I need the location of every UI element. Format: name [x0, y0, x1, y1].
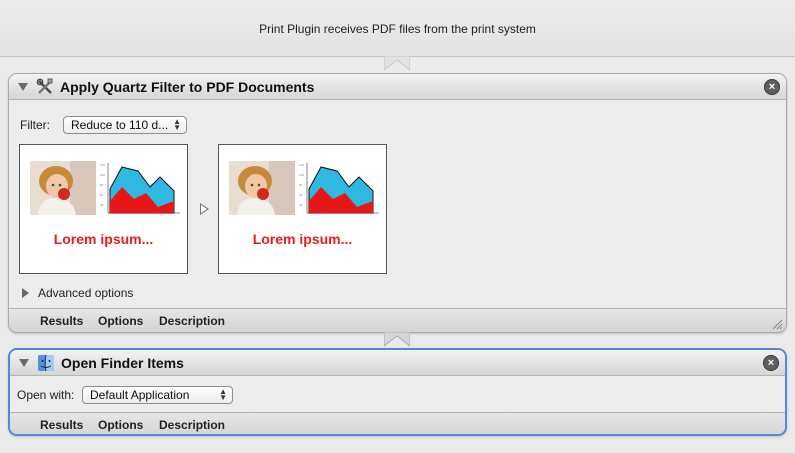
- svg-text:40: 40: [299, 203, 303, 207]
- disclosure-triangle-icon[interactable]: [22, 288, 29, 298]
- preview-original: 120 100 80 60 40 Lorem ipsum...: [19, 144, 188, 274]
- popup-arrows-icon: ▲ ▼: [173, 117, 181, 132]
- tab-description[interactable]: Description: [159, 418, 225, 432]
- close-icon[interactable]: ×: [763, 355, 779, 371]
- tab-options[interactable]: Options: [98, 418, 143, 432]
- tab-results[interactable]: Results: [40, 314, 83, 328]
- connector-notch: [384, 332, 410, 347]
- svg-text:40: 40: [100, 203, 104, 207]
- tab-options[interactable]: Options: [98, 314, 143, 328]
- action-footer: Results Options Description: [10, 412, 785, 434]
- action-open-finder-items[interactable]: Open Finder Items × Open with: Default A…: [8, 348, 787, 436]
- filter-label: Filter:: [20, 118, 50, 132]
- collapse-triangle-icon[interactable]: [19, 359, 29, 367]
- svg-text:100: 100: [299, 173, 304, 177]
- chart-thumbnail: 120 100 80 60 40: [299, 163, 379, 214]
- action-header[interactable]: Apply Quartz Filter to PDF Documents ×: [9, 74, 786, 100]
- action-footer: Results Options Description: [9, 308, 786, 332]
- workflow-input-bar: Print Plugin receives PDF files from the…: [0, 0, 795, 57]
- action-title: Apply Quartz Filter to PDF Documents: [60, 79, 315, 95]
- svg-text:100: 100: [100, 173, 105, 177]
- popup-arrows-icon: ▲ ▼: [219, 387, 227, 402]
- open-with-popup-value: Default Application: [90, 388, 190, 402]
- finder-icon: [37, 354, 55, 372]
- svg-text:80: 80: [100, 183, 104, 187]
- open-with-label: Open with:: [17, 388, 75, 402]
- svg-text:60: 60: [299, 193, 303, 197]
- photo-thumbnail: [30, 161, 96, 215]
- action-body: Open with: Default Application ▲ ▼: [10, 376, 785, 412]
- arrow-right-icon: [200, 203, 209, 215]
- svg-text:120: 120: [299, 163, 304, 167]
- filter-popup-value: Reduce to 110 d...: [71, 118, 169, 132]
- tab-description[interactable]: Description: [159, 314, 225, 328]
- workflow-input-text: Print Plugin receives PDF files from the…: [259, 22, 536, 36]
- action-apply-quartz-filter[interactable]: Apply Quartz Filter to PDF Documents × F…: [8, 73, 787, 333]
- photo-thumbnail: [229, 161, 295, 215]
- tab-results[interactable]: Results: [40, 418, 83, 432]
- svg-text:120: 120: [100, 163, 105, 167]
- action-body: Filter: Reduce to 110 d... ▲ ▼ 120 100 8…: [9, 100, 786, 308]
- preview-filtered: 120 100 80 60 40 Lorem ipsum...: [218, 144, 387, 274]
- open-with-popup[interactable]: Default Application ▲ ▼: [82, 386, 233, 404]
- filter-popup[interactable]: Reduce to 110 d... ▲ ▼: [63, 116, 187, 134]
- resize-grip-icon[interactable]: [771, 318, 783, 330]
- collapse-triangle-icon[interactable]: [18, 83, 28, 91]
- chart-thumbnail: 120 100 80 60 40: [100, 163, 180, 214]
- action-header[interactable]: Open Finder Items ×: [10, 350, 785, 376]
- connector-notch: [384, 56, 410, 71]
- action-title: Open Finder Items: [61, 355, 184, 371]
- preview-text: Lorem ipsum...: [252, 231, 353, 247]
- close-icon[interactable]: ×: [764, 79, 780, 95]
- preview-text: Lorem ipsum...: [53, 231, 154, 247]
- advanced-options-label[interactable]: Advanced options: [38, 286, 133, 300]
- quartz-filter-tools-icon: [36, 78, 54, 96]
- svg-text:80: 80: [299, 183, 303, 187]
- svg-text:60: 60: [100, 193, 104, 197]
